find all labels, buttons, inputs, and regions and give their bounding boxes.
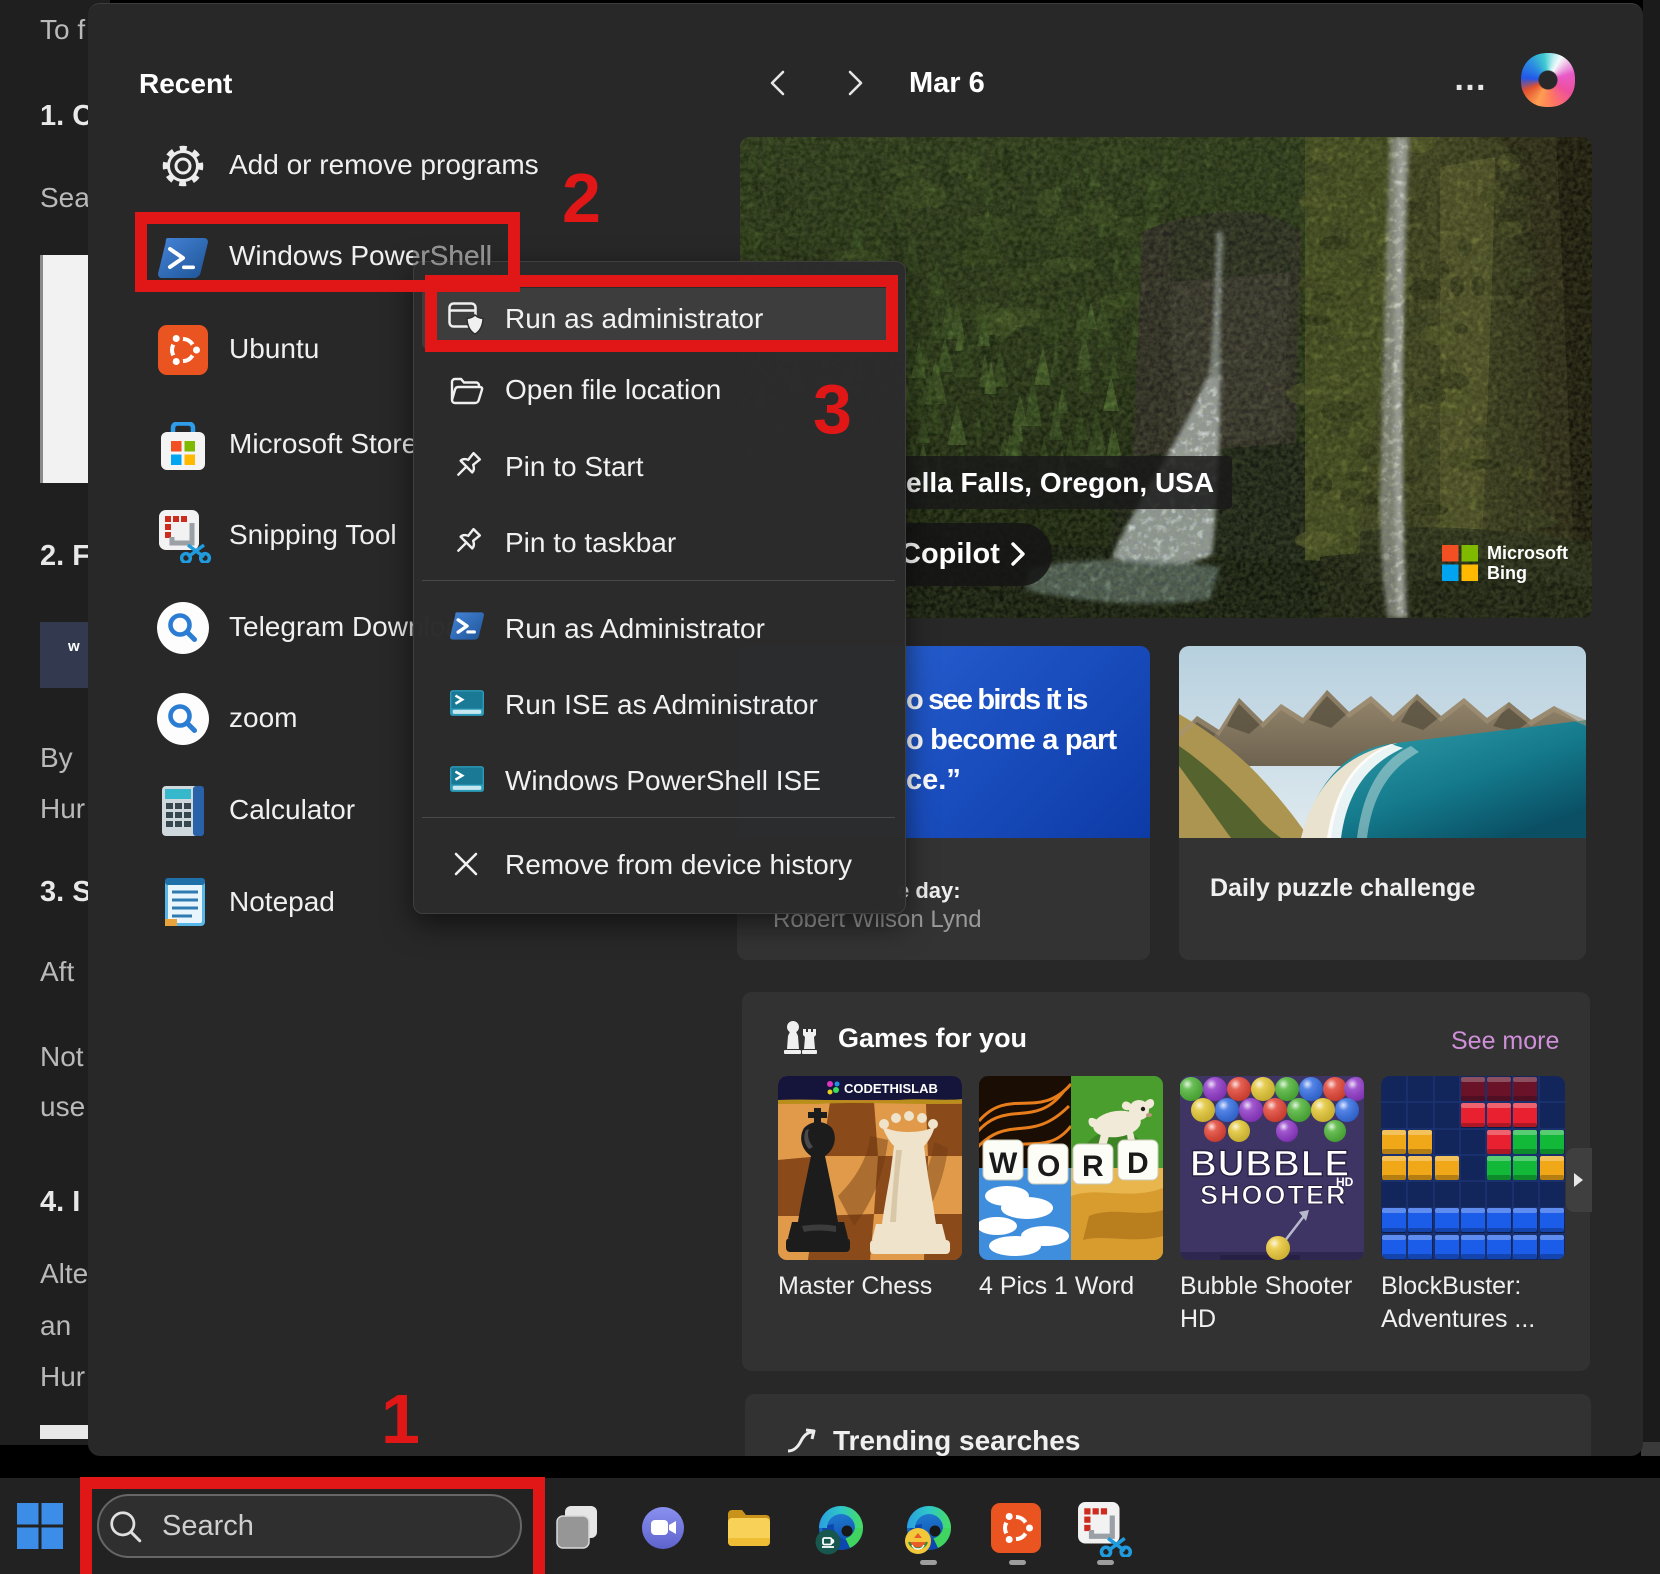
svg-text:W: W [989,1147,1018,1180]
svg-text:HD: HD [1336,1175,1354,1189]
svg-text:SHOOTER: SHOOTER [1200,1180,1348,1210]
svg-text:R: R [1082,1150,1104,1183]
svg-text:O: O [1037,1150,1060,1183]
svg-text:BUBBLE: BUBBLE [1190,1143,1350,1184]
svg-text:CODETHISLAB: CODETHISLAB [844,1081,938,1096]
svg-text:D: D [1127,1147,1149,1180]
